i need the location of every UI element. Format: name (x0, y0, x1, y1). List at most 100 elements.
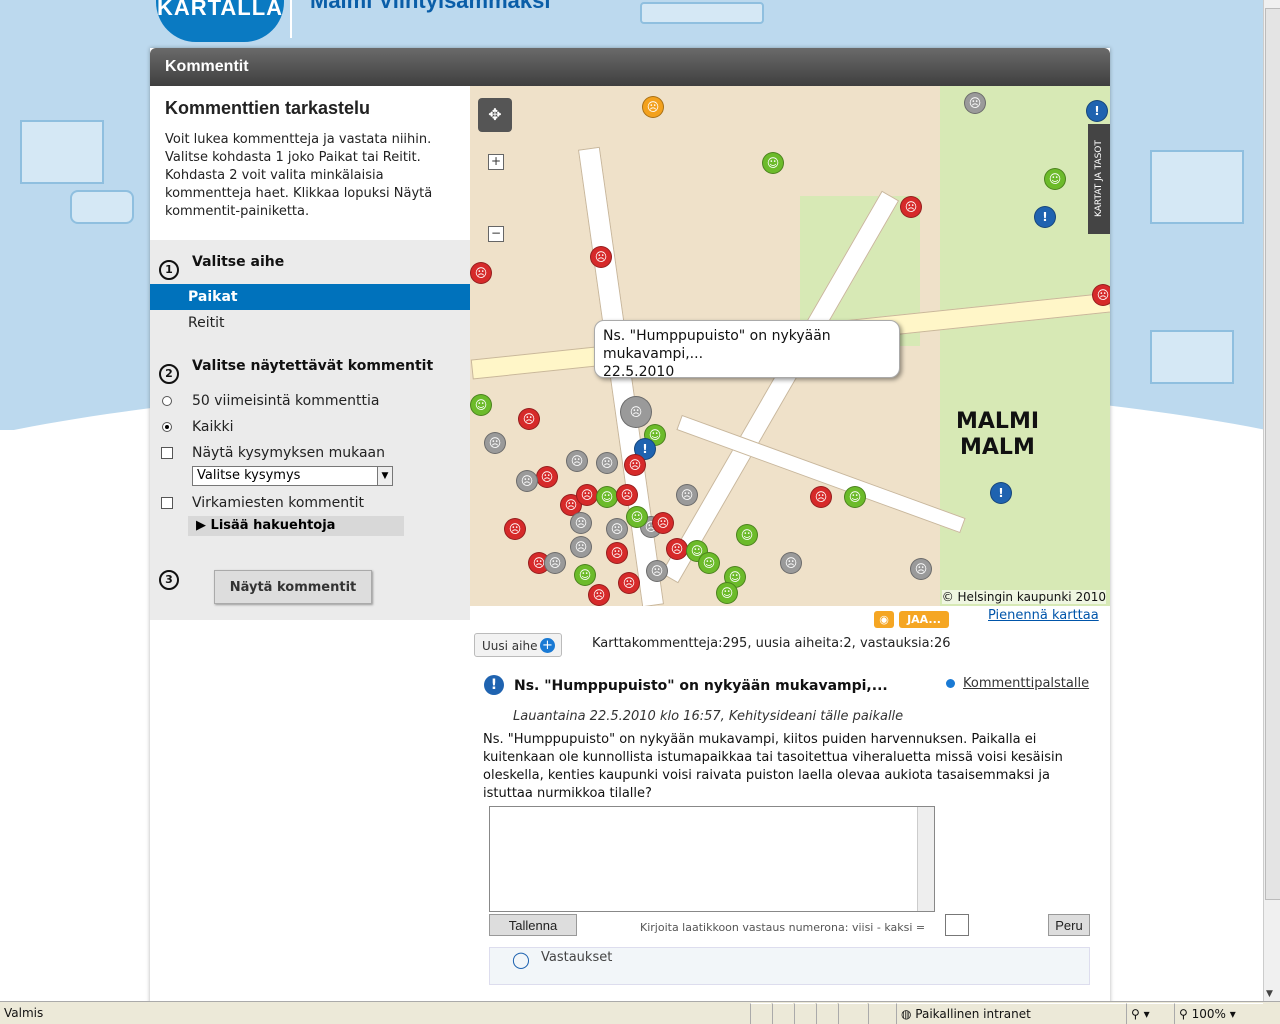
comment-marker[interactable]: ☹ (566, 450, 588, 472)
comment-marker[interactable]: ☺ (626, 506, 648, 528)
comment-marker[interactable]: ☹ (646, 560, 668, 582)
comment-marker[interactable]: ☺ (574, 564, 596, 586)
chevron-down-icon: ▾ (1225, 1007, 1236, 1021)
shrink-map-link[interactable]: Pienennä karttaa (988, 608, 1099, 623)
option-reitit[interactable]: Reitit (150, 310, 470, 336)
statusbar-cell (772, 1003, 793, 1024)
kartalla-logo[interactable]: KARTALLA (156, 0, 284, 42)
radio-latest-row[interactable]: 50 viimeisintä kommenttia (150, 388, 470, 414)
comment-board-link-label[interactable]: Kommenttipalstalle (963, 676, 1089, 691)
status-text: Valmis (4, 1006, 44, 1020)
more-filters-toggle[interactable]: ▶ Lisää hakuehtoja (188, 516, 404, 536)
dropdown-arrow-icon[interactable]: ▼ (377, 467, 392, 485)
comment-marker[interactable]: ☹ (910, 558, 932, 580)
map-view[interactable]: ✥ + − MALMI MALM ☹ ☹ ! ☺ ☺ ☹ ! ☹ ☹ ☹ ☺ ☹… (470, 86, 1110, 606)
new-topic-label: Uusi aihe (482, 639, 538, 653)
check-officials-row[interactable]: Virkamiesten kommentit (150, 490, 470, 516)
comment-marker[interactable]: ☺ (844, 486, 866, 508)
zoom-out-button[interactable]: − (488, 226, 504, 242)
option-paikat[interactable]: Paikat (150, 284, 470, 310)
comment-marker[interactable]: ☺ (698, 552, 720, 574)
radio-all[interactable] (162, 422, 172, 432)
scroll-down-icon[interactable]: ▼ (1266, 989, 1273, 999)
comment-marker[interactable]: ☹ (588, 584, 610, 606)
house-illustration (20, 120, 104, 184)
zoom-in-button[interactable]: + (488, 154, 504, 170)
radio-latest-label: 50 viimeisintä kommenttia (192, 393, 380, 409)
comment-marker[interactable]: ☹ (666, 538, 688, 560)
comment-marker[interactable]: ☺ (716, 582, 738, 604)
security-zone[interactable]: ◍ Paikallinen intranet (896, 1003, 1129, 1024)
comment-marker[interactable]: ☹ (516, 470, 538, 492)
comment-marker[interactable]: ☹ (964, 92, 986, 114)
zoom-icon: ⚲ (1179, 1007, 1192, 1021)
comment-marker[interactable]: ☹ (618, 572, 640, 594)
comment-marker[interactable]: ☹ (536, 466, 558, 488)
comment-marker[interactable]: ☹ (570, 536, 592, 558)
comment-marker-info[interactable]: ! (1034, 206, 1056, 228)
sidebar-title: Kommenttien tarkastelu (165, 98, 371, 118)
comment-marker[interactable]: ☹ (470, 262, 492, 284)
comment-marker[interactable]: ☺ (1044, 168, 1066, 190)
comment-marker[interactable]: ☹ (624, 454, 646, 476)
page-scrollbar[interactable]: ▼ (1263, 0, 1280, 1001)
comment-marker[interactable]: ☹ (504, 518, 526, 540)
comment-marker[interactable]: ☹ (900, 196, 922, 218)
comment-marker[interactable]: ☺ (596, 486, 618, 508)
checkbox-by-question[interactable] (161, 447, 173, 459)
sidebar: Kommenttien tarkastelu Voit lukea kommen… (150, 86, 470, 620)
comment-marker[interactable]: ☺ (762, 152, 784, 174)
scrollbar-thumb[interactable] (1265, 8, 1280, 900)
comment-marker[interactable]: ☹ (590, 246, 612, 268)
save-button[interactable]: Tallenna (489, 914, 577, 936)
comment-marker-info[interactable]: ! (1086, 100, 1108, 122)
rss-icon[interactable]: ◉ (874, 611, 894, 628)
comment-marker[interactable]: ☹ (780, 552, 802, 574)
check-question-row[interactable]: Näytä kysymyksen mukaan (150, 440, 470, 466)
comment-marker[interactable]: ☹ (616, 484, 638, 506)
comment-marker[interactable]: ☹ (518, 408, 540, 430)
step2-label: Valitse näytettävät kommentit (192, 358, 434, 374)
protected-mode[interactable]: ⚲ ▾ (1126, 1003, 1177, 1024)
play-triangle-icon: ▶ (196, 518, 211, 533)
comment-board-link[interactable]: Kommenttipalstalle (946, 676, 1089, 691)
comment-marker[interactable]: ☹ (484, 432, 506, 454)
reply-textarea[interactable] (489, 806, 935, 912)
app-title: Malmi Viihtyisämmäksi (310, 0, 551, 13)
comment-marker[interactable]: ☹ (596, 452, 618, 474)
textarea-scrollbar[interactable] (917, 807, 934, 911)
step1-number-icon: 1 (159, 260, 179, 280)
new-topic-button[interactable]: Uusi aihe + (474, 633, 562, 657)
pan-control[interactable]: ✥ (478, 98, 512, 132)
comment-marker[interactable]: ☺ (470, 394, 492, 416)
comment-marker[interactable]: ☺ (736, 524, 758, 546)
question-select[interactable]: Valitse kysymys ▼ (192, 466, 393, 486)
comment-marker[interactable]: ☹ (544, 552, 566, 574)
cancel-button[interactable]: Peru (1048, 914, 1090, 936)
comment-marker[interactable]: ☹ (810, 486, 832, 508)
comment-marker[interactable]: ☹ (570, 512, 592, 534)
comment-marker[interactable]: ☹ (606, 542, 628, 564)
show-comments-button[interactable]: Näytä kommentit (214, 570, 372, 604)
captcha-label: Kirjoita laatikkoon vastaus numerona: vi… (640, 921, 926, 934)
comment-marker[interactable]: ☹ (652, 512, 674, 534)
share-button[interactable]: JAA... (899, 611, 949, 628)
map-popup[interactable]: Ns. "Humppupuisto" on nykyään mukavampi,… (594, 320, 900, 380)
selected-comment-marker[interactable]: ☹ (620, 396, 652, 428)
arrow-bullet-icon (946, 679, 955, 688)
comment-marker[interactable]: ☹ (642, 96, 664, 118)
checkbox-officials[interactable] (161, 497, 173, 509)
comment-body: Ns. "Humppupuisto" on nykyään mukavampi,… (483, 732, 1063, 801)
maps-and-layers-tab[interactable]: KARTAT JA TASOT (1088, 124, 1110, 234)
comment-marker[interactable]: ☹ (1092, 284, 1110, 306)
comment-marker[interactable]: ☹ (606, 518, 628, 540)
statusbar-cell (816, 1003, 837, 1024)
comment-marker-info[interactable]: ! (990, 482, 1012, 504)
comment-marker[interactable]: ☹ (676, 484, 698, 506)
zoom-control[interactable]: ⚲ 100% ▾ (1174, 1003, 1263, 1024)
answers-section[interactable]: ◯ Vastaukset (489, 947, 1090, 985)
radio-all-row[interactable]: Kaikki (150, 414, 470, 440)
comment-marker[interactable]: ☹ (576, 484, 598, 506)
radio-latest[interactable] (162, 396, 172, 406)
captcha-input[interactable] (945, 914, 969, 936)
